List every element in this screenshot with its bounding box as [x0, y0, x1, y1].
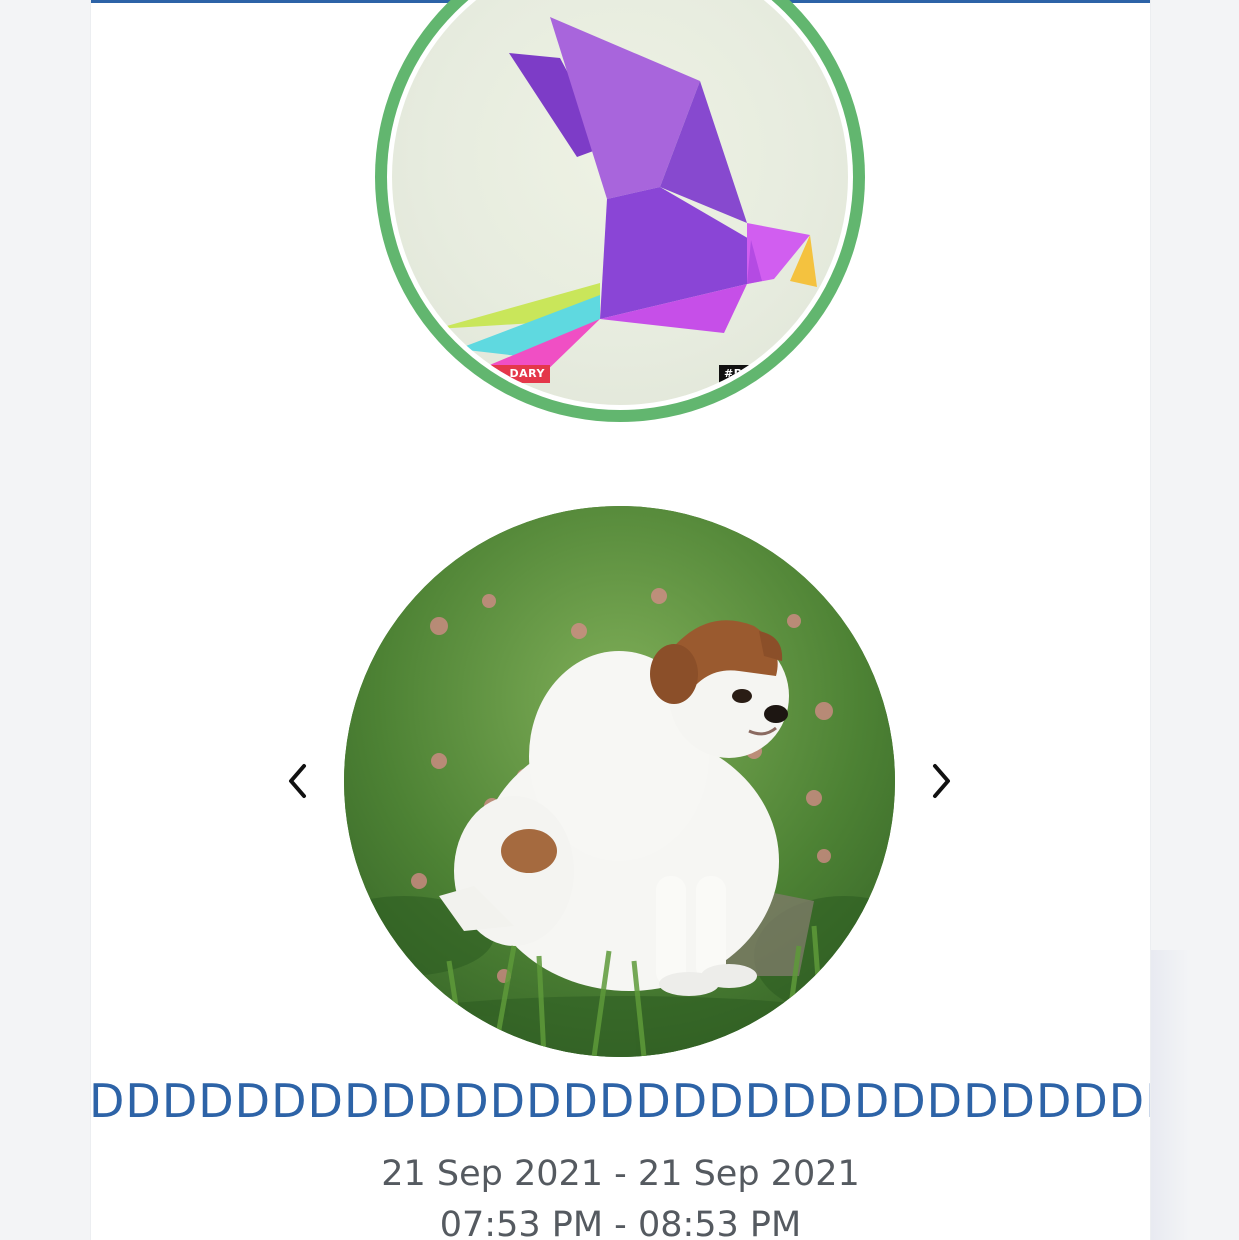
event-title: DDDDDDDDDDDDDDDDDDDDDDDDDDDDDDDD [90, 1074, 1151, 1128]
origami-bird-graphic [436, 17, 817, 385]
logo-tag-left: DARY [460, 365, 550, 383]
event-photo[interactable] [344, 506, 895, 1057]
chevron-left-icon [289, 764, 306, 798]
organizer-logo[interactable]: DARY #POLY [375, 0, 865, 422]
chevron-right-icon [933, 764, 950, 798]
event-time-range: 07:53 PM - 08:53 PM [439, 1205, 802, 1240]
side-shadow [1149, 950, 1189, 1240]
puppy-photo-graphic [344, 506, 895, 1057]
event-date-range: 21 Sep 2021 - 21 Sep 2021 [381, 1154, 860, 1194]
carousel-next-button[interactable] [922, 757, 958, 805]
origami-bird-icon: DARY #POLY [392, 0, 848, 405]
event-card: DARY #POLY DDDDDDDDDDDDDDDDDDDDDDDDDDDDD… [90, 0, 1151, 1240]
carousel-prev-button[interactable] [281, 757, 317, 805]
logo-tag-right: #POLY [719, 365, 789, 383]
logo-white-ring: DARY #POLY [387, 0, 853, 410]
